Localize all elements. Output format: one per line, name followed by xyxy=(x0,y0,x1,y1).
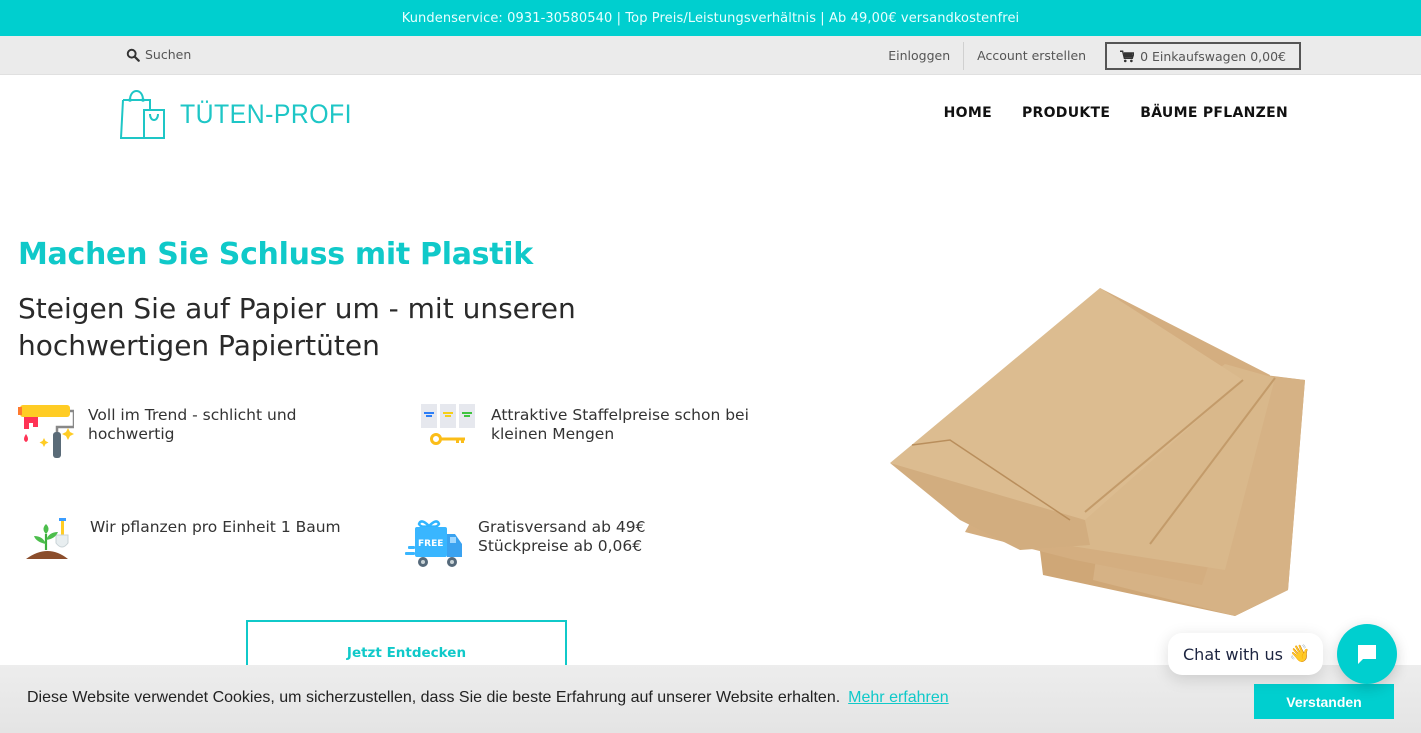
svg-text:FREE: FREE xyxy=(418,539,443,549)
nav-home[interactable]: HOME xyxy=(944,105,992,121)
free-delivery-truck-icon: FREE xyxy=(405,520,462,567)
hero-title: Machen Sie Schluss mit Plastik xyxy=(18,237,533,272)
cart-icon xyxy=(1120,50,1135,62)
feature-tier-prices: Attraktive Staffelpreise schon bei klein… xyxy=(420,404,791,448)
site-header: TÜTEN-PROFI HOME PRODUKTE BÄUME PFLANZEN xyxy=(0,75,1421,155)
hero-subtitle: Steigen Sie auf Papier um - mit unseren … xyxy=(18,292,576,362)
chat-prompt-bubble[interactable]: Chat with us 👋 xyxy=(1168,633,1323,675)
search-button[interactable]: Suchen xyxy=(126,47,191,62)
plant-shovel-icon xyxy=(26,518,69,559)
utility-bar: Suchen Einloggen Account erstellen 0 Ein… xyxy=(0,36,1421,75)
learn-more-link[interactable]: Mehr erfahren xyxy=(848,689,949,706)
feature-text: Wir pflanzen pro Einheit 1 Baum xyxy=(90,518,341,536)
cookie-banner: Diese Website verwendet Cookies, um sich… xyxy=(0,665,1421,733)
paper-bags-image xyxy=(890,288,1305,616)
cart-label: 0 Einkaufswagen 0,00€ xyxy=(1140,48,1286,64)
paint-roller-icon xyxy=(18,405,74,458)
chat-label: Chat with us xyxy=(1183,644,1283,664)
feature-text: Gratisversand ab 49€ Stückpreise ab 0,06… xyxy=(478,518,778,556)
account-links: Einloggen Account erstellen 0 Einkaufswa… xyxy=(875,42,1301,70)
announcement-text: Kundenservice: 0931-30580540 | Top Preis… xyxy=(401,10,1020,26)
main-nav: HOME PRODUKTE BÄUME PFLANZEN xyxy=(944,105,1288,121)
feature-text-line1: Gratisversand ab 49€ xyxy=(478,518,646,536)
feature-text: Voll im Trend - schlicht und hochwertig xyxy=(88,406,297,443)
cookie-message: Diese Website verwendet Cookies, um sich… xyxy=(27,689,949,707)
shopping-bags-logo-icon xyxy=(120,90,165,139)
cart-button[interactable]: 0 Einkaufswagen 0,00€ xyxy=(1105,42,1301,70)
open-chat-button[interactable] xyxy=(1337,624,1397,684)
login-link[interactable]: Einloggen xyxy=(875,42,963,70)
search-icon xyxy=(126,48,140,62)
feature-trees: Wir pflanzen pro Einheit 1 Baum xyxy=(26,516,390,560)
feature-text: Attraktive Staffelpreise schon bei klein… xyxy=(491,406,749,443)
announcement-bar: Kundenservice: 0931-30580540 | Top Preis… xyxy=(0,0,1421,36)
accept-cookies-button[interactable]: Verstanden xyxy=(1254,684,1394,719)
nav-products[interactable]: PRODUKTE xyxy=(1022,105,1110,121)
price-tier-key-icon xyxy=(421,404,475,445)
waving-hand-icon: 👋 xyxy=(1288,643,1311,664)
logo-text: TÜTEN-PROFI xyxy=(180,98,353,129)
logo[interactable]: TÜTEN-PROFI xyxy=(120,86,367,142)
search-label: Suchen xyxy=(145,47,192,62)
create-account-link[interactable]: Account erstellen xyxy=(964,42,1099,70)
cookie-text: Diese Website verwendet Cookies, um sich… xyxy=(27,689,841,706)
feature-shipping: FREE Gratisversand ab 49€ Stückpreise ab… xyxy=(405,516,778,572)
feature-trend: Voll im Trend - schlicht und hochwertig xyxy=(18,404,358,460)
feature-text-line2: Stückpreise ab 0,06€ xyxy=(478,537,643,555)
chat-icon xyxy=(1358,645,1376,664)
nav-plant-trees[interactable]: BÄUME PFLANZEN xyxy=(1140,105,1288,121)
